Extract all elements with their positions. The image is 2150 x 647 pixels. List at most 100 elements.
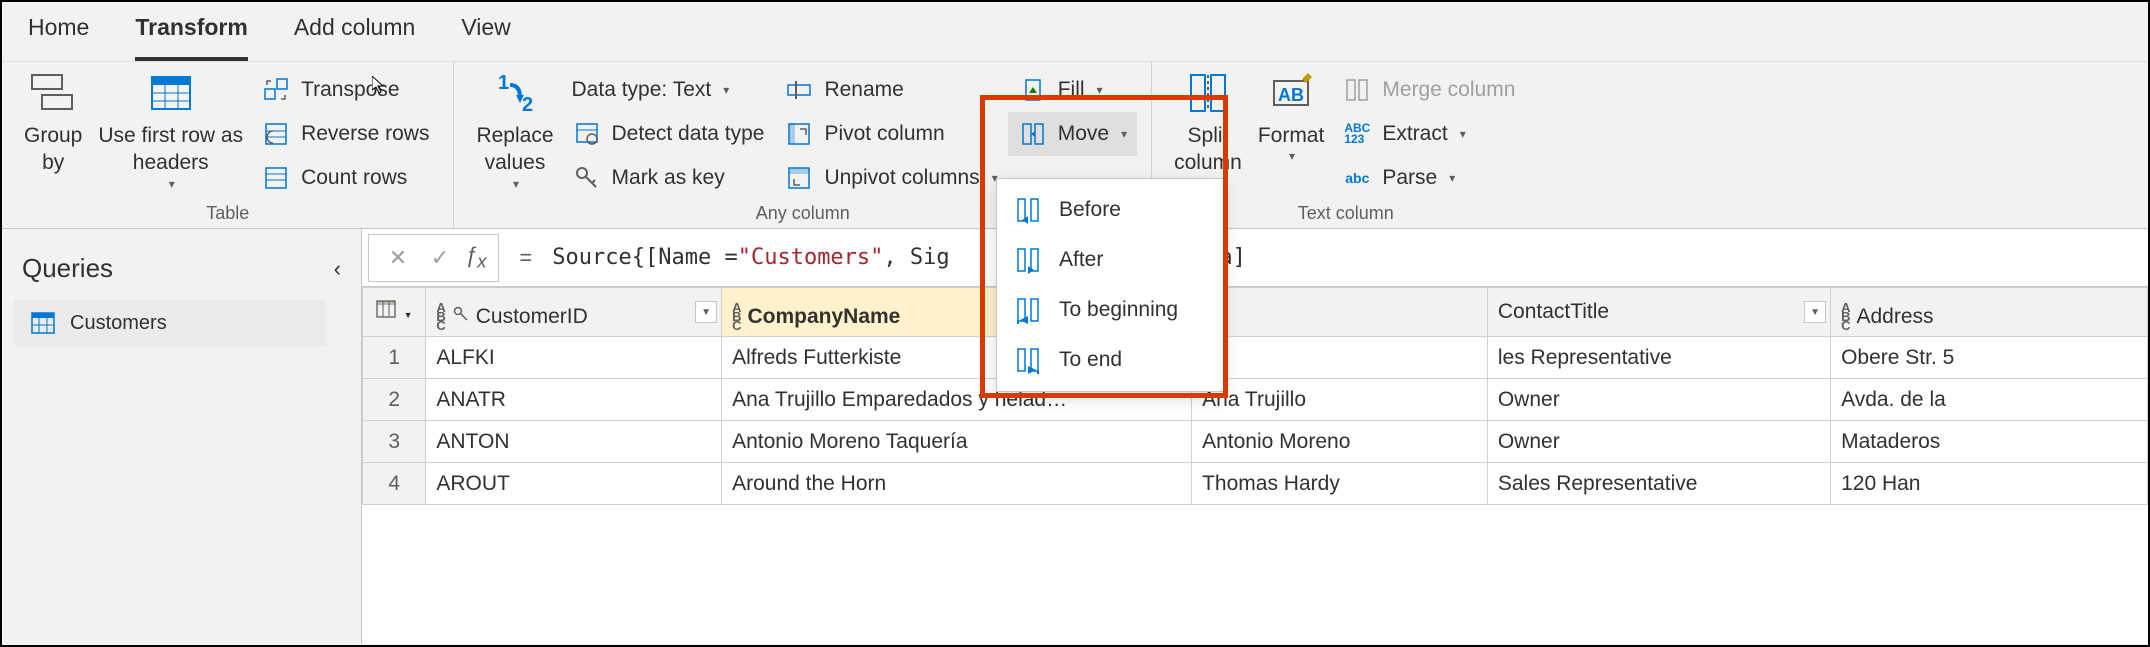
queries-title: Queries [22,253,113,284]
transpose-button[interactable]: Transpose [251,68,439,112]
chevron-down-icon: ▾ [1289,149,1295,165]
table-row[interactable]: 1ALFKIAlfreds Futterkisteles Representat… [363,337,2148,379]
row-number[interactable]: 1 [363,337,426,379]
parse-icon: abc [1342,163,1372,193]
use-first-row-button[interactable]: Use first row as headers ▾ [90,68,251,192]
tab-bar: Home Transform Add column View [2,2,2148,61]
text-type-icon: ABC [732,303,741,330]
col-companyname-label: CompanyName [747,305,900,329]
cell[interactable]: Sales Representative [1487,463,1830,505]
move-label: Move [1058,122,1109,146]
query-item-customers[interactable]: Customers [14,300,326,346]
use-first-row-label: Use first row as headers [98,122,243,177]
cell[interactable]: Owner [1487,379,1830,421]
parse-button[interactable]: abc Parse ▾ [1332,156,1525,200]
format-icon: AB [1268,70,1314,116]
table-row[interactable]: 2ANATRAna Trujillo Emparedados y helad…A… [363,379,2148,421]
collapse-queries-button[interactable]: ‹ [334,256,341,282]
table-row[interactable]: 3ANTONAntonio Moreno TaqueríaAntonio Mor… [363,421,2148,463]
cancel-formula-button[interactable]: ✕ [381,245,415,271]
merge-columns-button[interactable]: Merge column [1332,68,1525,112]
row-number[interactable]: 4 [363,463,426,505]
cell[interactable]: Mataderos [1831,421,2148,463]
merge-columns-icon [1342,75,1372,105]
formula-string: "Customers" [738,245,884,270]
split-column-label: Split column [1174,122,1242,177]
cell[interactable]: les Representative [1487,337,1830,379]
replace-values-icon: 12 [492,70,538,116]
table-row[interactable]: 4AROUTAround the HornThomas HardySales R… [363,463,2148,505]
cell[interactable]: AROUT [426,463,722,505]
move-after[interactable]: After [997,235,1223,285]
detect-label: Detect data type [612,122,765,146]
detect-icon [572,119,602,149]
column-header-contacttitle[interactable]: ContactTitle ▼ [1487,288,1830,337]
fill-label: Fill [1058,78,1085,102]
move-to-end[interactable]: To end [997,335,1223,385]
data-type-button[interactable]: Data type: Text ▾ [562,68,775,112]
move-before-icon [1013,195,1043,225]
replace-values-button[interactable]: 12 Replace values ▾ [468,68,561,192]
row-header-corner[interactable]: ▼ [363,288,426,337]
text-type-icon: ABC [436,303,445,330]
split-column-button[interactable]: Split column ▾ [1166,68,1250,192]
cell[interactable]: Antonio Moreno Taquería [722,421,1192,463]
cell[interactable]: Avda. de la [1831,379,2148,421]
chevron-down-icon: ▾ [723,83,729,97]
cell[interactable]: 120 Han [1831,463,2148,505]
group-by-icon [30,70,76,116]
rename-button[interactable]: Rename [774,68,1007,112]
column-header-customerid[interactable]: ABC CustomerID ▼ [426,288,722,337]
extract-icon: ABC123 [1342,119,1372,149]
column-filter-button[interactable]: ▼ [695,301,717,323]
cell[interactable]: Obere Str. 5 [1831,337,2148,379]
move-to-end-icon [1013,345,1043,375]
column-filter-button[interactable]: ▼ [1804,301,1826,323]
count-rows-button[interactable]: Count rows [251,156,439,200]
cell[interactable]: ALFKI [426,337,722,379]
row-number[interactable]: 3 [363,421,426,463]
data-grid: ▼ ABC CustomerID ▼ [362,287,2148,644]
cell[interactable]: ANTON [426,421,722,463]
chevron-down-icon: ▾ [513,177,519,193]
rename-icon [784,75,814,105]
group-by-button[interactable]: Group by [16,68,90,177]
move-before[interactable]: Before [997,185,1223,235]
chevron-down-icon: ▾ [1097,83,1103,97]
tab-view[interactable]: View [461,14,510,61]
fx-button[interactable]: ƒx [465,242,486,272]
row-number[interactable]: 2 [363,379,426,421]
fill-button[interactable]: Fill ▾ [1008,68,1137,112]
queries-pane: Queries ‹ Customers [2,229,362,644]
count-rows-label: Count rows [301,166,407,190]
cell[interactable]: Ana Trujillo [1192,379,1488,421]
transpose-icon [261,75,291,105]
move-to-beginning[interactable]: To beginning [997,285,1223,335]
move-button[interactable]: Move ▾ [1008,112,1137,156]
unpivot-button[interactable]: Unpivot columns ▾ [774,156,1007,200]
mark-as-key-button[interactable]: Mark as key [562,156,775,200]
move-to-end-label: To end [1059,348,1122,372]
column-header-address[interactable]: ABC Address [1831,288,2148,337]
cell[interactable]: ANATR [426,379,722,421]
reverse-rows-button[interactable]: Reverse rows [251,112,439,156]
data-type-label: Data type: Text [572,78,712,102]
cell[interactable]: Antonio Moreno [1192,421,1488,463]
formula-mid: , Sig [883,245,949,270]
detect-data-type-button[interactable]: Detect data type [562,112,775,156]
tab-transform[interactable]: Transform [135,14,247,61]
accept-formula-button[interactable]: ✓ [423,245,457,271]
cell[interactable] [1192,337,1488,379]
cell[interactable]: Thomas Hardy [1192,463,1488,505]
pivot-button[interactable]: Pivot column [774,112,1007,156]
format-button[interactable]: AB Format ▾ [1250,68,1333,165]
extract-button[interactable]: ABC123 Extract ▾ [1332,112,1525,156]
cell[interactable]: Owner [1487,421,1830,463]
tab-home[interactable]: Home [28,14,89,61]
pivot-icon [784,119,814,149]
replace-values-label: Replace values [476,122,553,177]
pivot-label: Pivot column [824,122,944,146]
cell[interactable]: Around the Horn [722,463,1192,505]
column-header-contactname[interactable]: ABC [1192,288,1488,337]
tab-add-column[interactable]: Add column [294,14,415,61]
